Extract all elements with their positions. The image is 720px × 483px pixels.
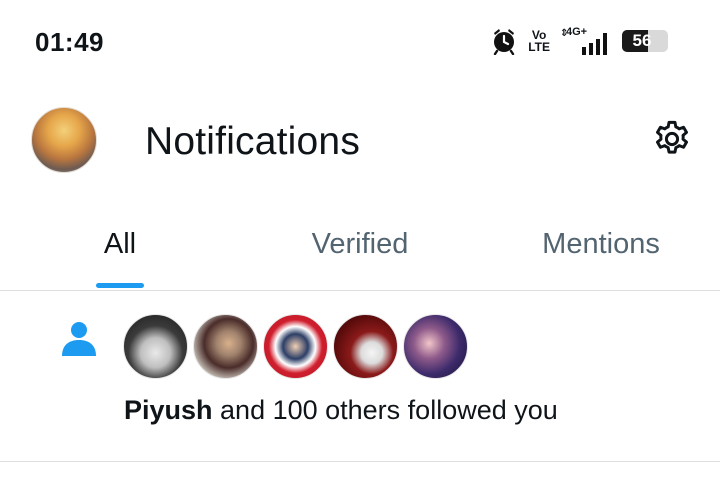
follower-avatar[interactable] [263,314,328,379]
tab-verified[interactable]: Verified [290,210,430,290]
divider [0,461,720,462]
tab-mentions[interactable]: Mentions [520,210,682,290]
header: Notifications [0,100,720,180]
alarm-icon [490,27,518,55]
gear-icon [651,118,693,165]
battery-icon: 56 [622,30,668,52]
notification-item[interactable]: Piyush and 100 others followed you [0,291,720,461]
volte-bottom-label: LTE [528,40,550,54]
volte-icon: Vo LTE [528,29,550,53]
tab-all-label: All [103,228,137,260]
settings-button[interactable] [648,117,696,165]
profile-avatar[interactable] [31,107,97,173]
tab-all[interactable]: All [80,210,160,290]
follower-avatars [123,314,468,379]
status-time: 01:49 [35,27,104,57]
person-icon [60,319,98,362]
follower-avatar[interactable] [123,314,188,379]
status-bar: 01:49 Vo LTE ⇕ 4G+ 56 [0,0,720,82]
actor-name[interactable]: Piyush [124,395,213,425]
page-title: Notifications [145,120,361,163]
notification-message: and 100 others followed you [212,395,558,425]
battery-level: 56 [632,31,652,50]
follower-avatar[interactable] [333,314,398,379]
tab-verified-label: Verified [311,228,409,260]
status-icons: Vo LTE ⇕ 4G+ 56 [490,26,668,56]
notification-text: Piyush and 100 others followed you [124,395,558,426]
tab-bar: All Verified Mentions [0,210,720,290]
tab-mentions-label: Mentions [542,228,660,260]
active-tab-indicator [96,283,144,288]
signal-icon: ⇕ 4G+ [560,26,612,55]
follower-avatar[interactable] [193,314,258,379]
follower-avatar[interactable] [403,314,468,379]
